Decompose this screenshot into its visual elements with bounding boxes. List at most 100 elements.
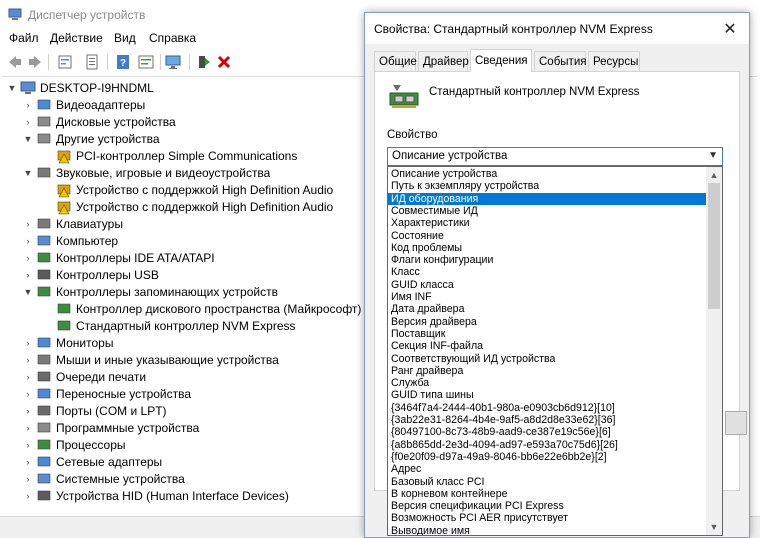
- tree-item[interactable]: › Сетевые адаптеры: [22, 453, 163, 470]
- tab-events[interactable]: События: [534, 51, 586, 71]
- tab-details[interactable]: Сведения: [470, 49, 532, 72]
- dropdown-option[interactable]: Описание устройства: [388, 168, 708, 180]
- properties-icon[interactable]: [82, 52, 102, 72]
- collapse-arrow-icon[interactable]: ▼: [6, 83, 18, 93]
- expand-arrow-icon[interactable]: ›: [22, 270, 34, 280]
- tab-general[interactable]: Общие: [374, 51, 417, 71]
- dropdown-option[interactable]: ИД оборудования: [388, 192, 708, 205]
- scroll-up-icon[interactable]: ▲: [706, 167, 722, 183]
- expand-arrow-icon[interactable]: ›: [22, 236, 34, 246]
- property-select[interactable]: Описание устройства ▼: [387, 147, 723, 166]
- tree-item[interactable]: Стандартный контроллер NVM Express: [42, 317, 296, 334]
- expand-arrow-icon[interactable]: ›: [22, 474, 34, 484]
- expand-arrow-icon[interactable]: ›: [22, 372, 34, 382]
- expand-arrow-icon[interactable]: ›: [22, 100, 34, 110]
- dropdown-option[interactable]: Дата драйвера: [388, 303, 708, 315]
- view-icon[interactable]: [136, 52, 156, 72]
- tree-item[interactable]: ▼ Другие устройства: [22, 130, 160, 147]
- tree-item[interactable]: ▼ Звуковые, игровые и видеоустройства: [22, 164, 271, 181]
- dropdown-option[interactable]: Версия драйвера: [388, 316, 708, 328]
- tree-item[interactable]: Устройство с поддержкой High Definition …: [42, 198, 333, 215]
- expand-arrow-icon[interactable]: ›: [22, 423, 34, 433]
- tree-item[interactable]: › Системные устройства: [22, 470, 185, 487]
- dropdown-option[interactable]: Возможность PCI AER присутствует: [388, 512, 708, 524]
- expand-arrow-icon[interactable]: ›: [22, 355, 34, 365]
- collapse-arrow-icon[interactable]: ▼: [22, 287, 34, 297]
- tree-item[interactable]: PCI-контроллер Simple Communications: [42, 147, 297, 164]
- scroll-down-icon[interactable]: ▼: [706, 519, 722, 535]
- help-icon[interactable]: ?: [113, 52, 133, 72]
- dropdown-option[interactable]: Путь к экземпляру устройства: [388, 180, 708, 192]
- expand-arrow-icon[interactable]: ›: [22, 457, 34, 467]
- dropdown-option[interactable]: Служба: [388, 377, 708, 389]
- tree-item[interactable]: Контроллер дискового пространства (Майкр…: [42, 300, 361, 317]
- tree-item[interactable]: › Очереди печати: [22, 368, 147, 385]
- dropdown-option[interactable]: Поставщик: [388, 328, 708, 340]
- tree-item[interactable]: › Программные устройства: [22, 419, 200, 436]
- dropdown-option[interactable]: Выводимое имя: [388, 525, 708, 535]
- dropdown-option[interactable]: Флаги конфигурации: [388, 254, 708, 266]
- expand-arrow-icon[interactable]: ›: [22, 253, 34, 263]
- dropdown-option[interactable]: Базовый класс PCI: [388, 476, 708, 488]
- dropdown-option[interactable]: Совместимые ИД: [388, 205, 708, 217]
- dropdown-option[interactable]: {80497100-8c73-48b9-aad9-ce387e19c56e}[6…: [388, 426, 708, 438]
- dropdown-option[interactable]: GUID типа шины: [388, 389, 708, 401]
- forward-icon[interactable]: [25, 52, 45, 72]
- expand-arrow-icon[interactable]: ›: [22, 117, 34, 127]
- tree-item[interactable]: › Процессоры: [22, 436, 126, 453]
- collapse-arrow-icon[interactable]: ▼: [22, 168, 34, 178]
- scan-hardware-icon[interactable]: [164, 52, 184, 72]
- menu-help[interactable]: Справка: [149, 31, 196, 45]
- tree-item[interactable]: Устройство с поддержкой High Definition …: [42, 181, 333, 198]
- tree-item[interactable]: › Видеоадаптеры: [22, 96, 146, 113]
- dropdown-option[interactable]: Характеристики: [388, 217, 708, 229]
- tab-resources[interactable]: Ресурсы: [588, 51, 640, 71]
- tree-root[interactable]: ▼ DESKTOP-I9HNDML: [6, 79, 154, 96]
- dropdown-option[interactable]: {a8b865dd-2e3d-4094-ad97-e593a70c75d6}[2…: [388, 439, 708, 451]
- expand-arrow-icon[interactable]: ›: [22, 491, 34, 501]
- menu-view[interactable]: Вид: [114, 31, 136, 45]
- dropdown-option[interactable]: Ранг драйвера: [388, 365, 708, 377]
- dropdown-option[interactable]: {f0e20f09-d97a-49a9-8046-bb6e22e6bb2e}[2…: [388, 451, 708, 463]
- dropdown-option[interactable]: Состояние: [388, 230, 708, 242]
- dropdown-option[interactable]: Код проблемы: [388, 242, 708, 254]
- chevron-down-icon[interactable]: ▼: [708, 150, 718, 161]
- tree-item[interactable]: › Устройства HID (Human Interface Devices…: [22, 487, 289, 504]
- update-driver-icon[interactable]: [193, 52, 213, 72]
- collapse-arrow-icon[interactable]: ▼: [22, 134, 34, 144]
- tree-item[interactable]: › Дисковые устройства: [22, 113, 176, 130]
- tree-item[interactable]: › Контроллеры IDE ATA/ATAPI: [22, 249, 215, 266]
- tree-item[interactable]: › Контроллеры USB: [22, 266, 159, 283]
- dropdown-option[interactable]: Соответствующий ИД устройства: [388, 353, 708, 365]
- dropdown-option[interactable]: Класс: [388, 266, 708, 278]
- dropdown-option[interactable]: Версия спецификации PCI Express: [388, 500, 708, 512]
- expand-arrow-icon[interactable]: ›: [22, 219, 34, 229]
- tree-item[interactable]: › Компьютер: [22, 232, 119, 249]
- scrollbar-thumb[interactable]: [708, 183, 720, 309]
- expand-arrow-icon[interactable]: ›: [22, 389, 34, 399]
- dropdown-option[interactable]: Имя INF: [388, 291, 708, 303]
- tree-item[interactable]: › Мониторы: [22, 334, 114, 351]
- dialog-button-edge[interactable]: [725, 411, 747, 435]
- tree-item[interactable]: › Порты (COM и LPT): [22, 402, 167, 419]
- dropdown-option[interactable]: Секция INF-файла: [388, 340, 708, 352]
- dropdown-option[interactable]: GUID класса: [388, 279, 708, 291]
- expand-arrow-icon[interactable]: ›: [22, 440, 34, 450]
- dropdown-option[interactable]: В корневом контейнере: [388, 488, 708, 500]
- uninstall-icon[interactable]: [214, 52, 234, 72]
- menu-file[interactable]: Файл: [9, 31, 39, 45]
- tree-item[interactable]: › Мыши и иные указывающие устройства: [22, 351, 279, 368]
- tree-item[interactable]: › Переносные устройства: [22, 385, 192, 402]
- tab-driver[interactable]: Драйвер: [418, 51, 469, 71]
- close-icon[interactable]: ✕: [711, 13, 749, 44]
- back-icon[interactable]: [5, 52, 25, 72]
- property-dropdown-list[interactable]: Описание устройства Путь к экземпляру уст…: [387, 166, 723, 536]
- expand-arrow-icon[interactable]: ›: [22, 406, 34, 416]
- menu-action[interactable]: Действие: [50, 31, 103, 45]
- dropdown-option[interactable]: {3ab22e31-8264-4b4e-9af5-a8d2d8e33e62}[3…: [388, 414, 708, 426]
- dropdown-scrollbar[interactable]: ▲ ▼: [706, 167, 722, 535]
- dropdown-option[interactable]: {3464f7a4-2444-40b1-980a-e0903cb6d912}[1…: [388, 402, 708, 414]
- dropdown-option[interactable]: Адрес: [388, 463, 708, 475]
- show-hide-icon[interactable]: [55, 52, 75, 72]
- expand-arrow-icon[interactable]: ›: [22, 338, 34, 348]
